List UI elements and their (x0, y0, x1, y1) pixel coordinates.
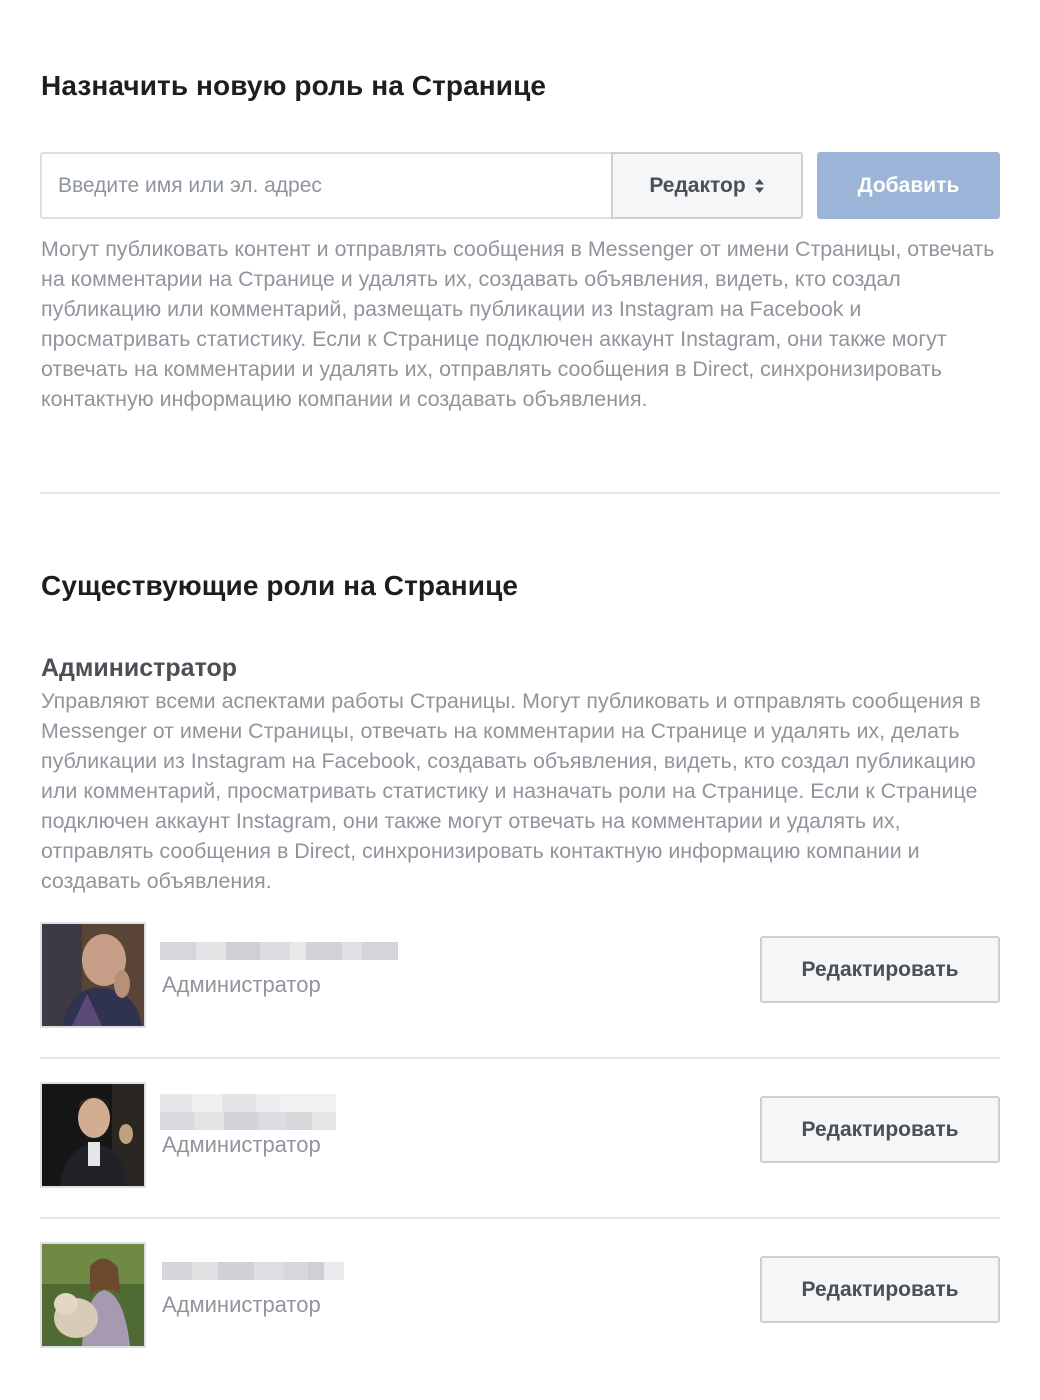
assign-role-title: Назначить новую роль на Странице (41, 70, 547, 101)
page-roles-settings: Назначить новую роль на Странице Редакто… (0, 0, 1040, 1400)
section-divider (40, 492, 1000, 494)
add-button[interactable]: Добавить (817, 152, 1000, 219)
name-or-email-input[interactable] (40, 152, 612, 219)
redacted-name (162, 1262, 344, 1280)
redacted-name (160, 942, 398, 960)
person-role: Администратор (162, 972, 321, 997)
role-description: Могут публиковать контент и отправлять с… (41, 237, 995, 411)
avatar[interactable] (40, 1242, 146, 1348)
edit-button[interactable]: Редактировать (760, 1096, 1000, 1163)
avatar[interactable] (40, 922, 146, 1028)
role-select-value: Редактор (649, 173, 746, 197)
admin-heading: Администратор (41, 654, 238, 682)
edit-button[interactable]: Редактировать (760, 936, 1000, 1003)
existing-roles-title: Существующие роли на Странице (41, 570, 519, 601)
person-row: Администратор Редактировать (40, 1242, 1000, 1348)
role-select[interactable]: Редактор (611, 152, 803, 219)
admin-description: Управляют всеми аспектами работы Страниц… (41, 689, 981, 893)
sort-arrows-icon (754, 178, 765, 194)
person-row: Администратор Редактировать (40, 1082, 1000, 1188)
person-row: Администратор Редактировать (40, 922, 1000, 1028)
row-divider (40, 1217, 1000, 1219)
edit-button[interactable]: Редактировать (760, 1256, 1000, 1323)
redacted-name (160, 1094, 336, 1130)
assign-role-form: Редактор Добавить (40, 152, 1000, 219)
row-divider (40, 1057, 1000, 1059)
person-role: Администратор (162, 1292, 321, 1317)
avatar[interactable] (40, 1082, 146, 1188)
person-role: Администратор (162, 1132, 321, 1157)
